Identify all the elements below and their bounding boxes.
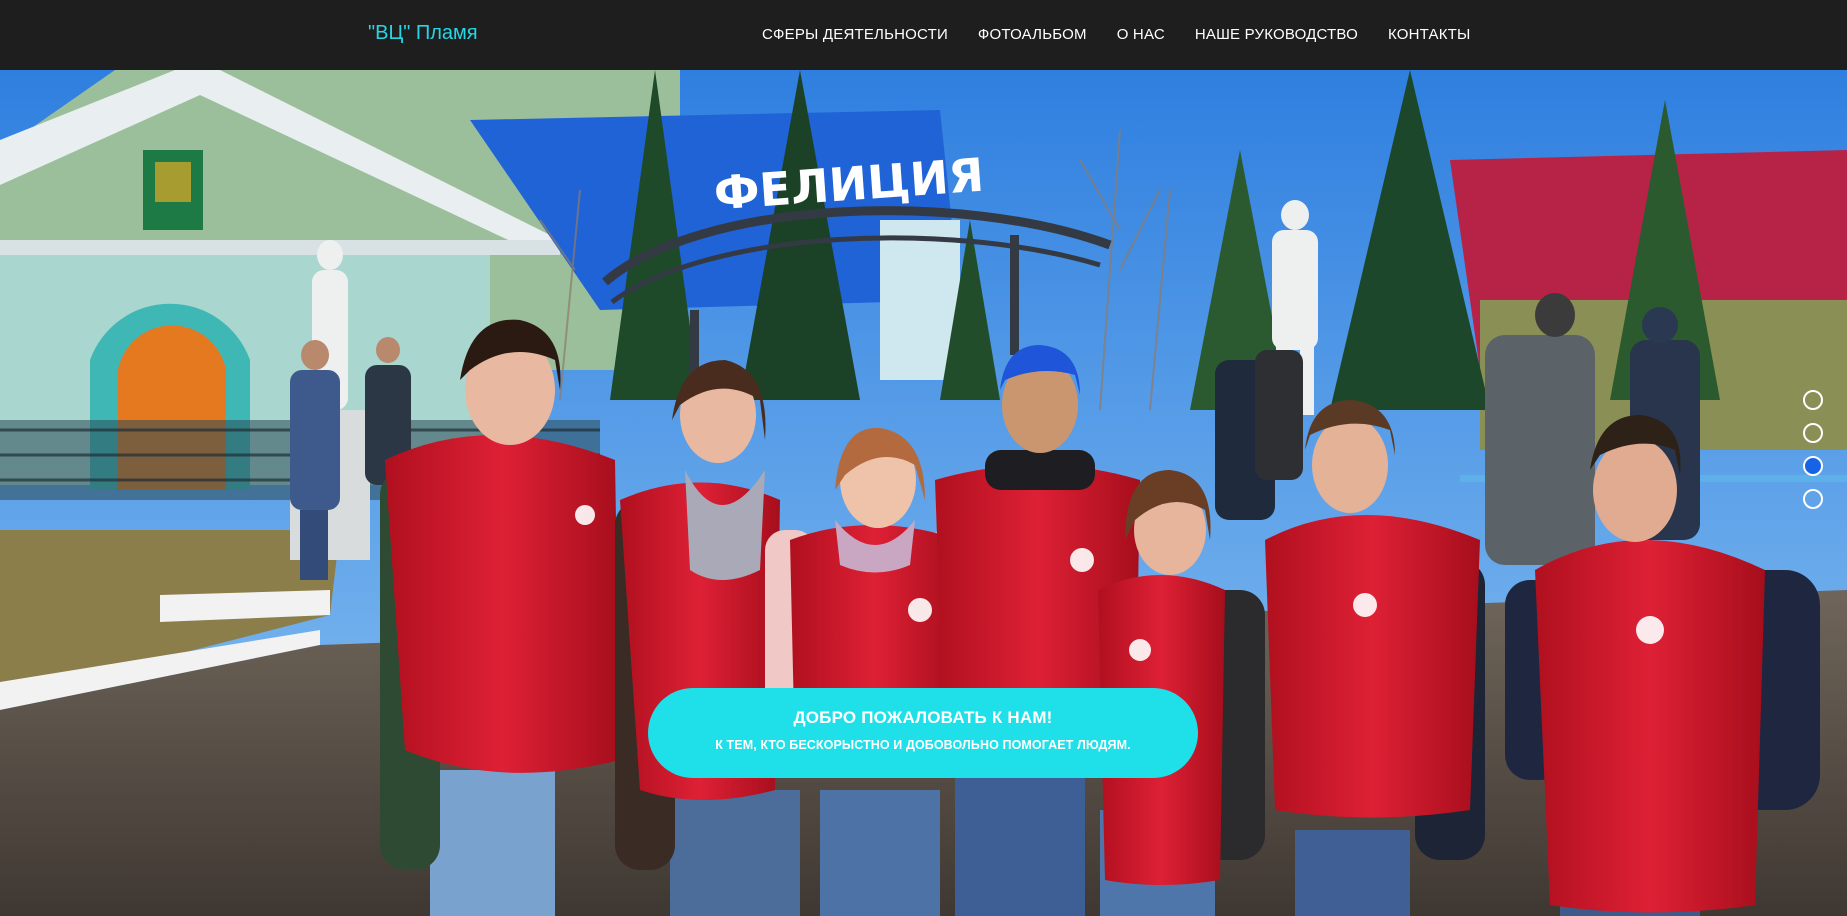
menu-item-contacts: КОНТАКТЫ: [1388, 26, 1471, 44]
menu-item-activities: СФЕРЫ ДЕЯТЕЛЬНОСТИ: [762, 26, 948, 44]
menu-item-about: О НАС: [1117, 26, 1165, 44]
page: "ВЦ" Пламя СФЕРЫ ДЕЯТЕЛЬНОСТИ ФОТОАЛЬБОМ…: [0, 0, 1847, 916]
menu-link-activities[interactable]: СФЕРЫ ДЕЯТЕЛЬНОСТИ: [762, 26, 948, 43]
slider-dot-3-active[interactable]: [1803, 456, 1823, 476]
navbar: "ВЦ" Пламя СФЕРЫ ДЕЯТЕЛЬНОСТИ ФОТОАЛЬБОМ…: [0, 0, 1847, 70]
brand-link[interactable]: "ВЦ" Пламя: [368, 22, 478, 45]
slider-dots: [1803, 390, 1823, 509]
welcome-title: ДОБРО ПОЖАЛОВАТЬ К НАМ!: [793, 708, 1053, 727]
menu-link-contacts[interactable]: КОНТАКТЫ: [1388, 26, 1471, 43]
menu-link-photoalbum[interactable]: ФОТОАЛЬБОМ: [978, 26, 1087, 43]
slider-dot-4[interactable]: [1803, 489, 1823, 509]
hero-slider: ФЕЛИЦИЯ ДОБРО ПОЖАЛОВАТЬ К НАМ! К ТЕМ, К…: [0, 70, 1847, 916]
slider-dot-2[interactable]: [1803, 423, 1823, 443]
menu-item-leadership: НАШЕ РУКОВОДСТВО: [1195, 26, 1358, 44]
slider-dot-1[interactable]: [1803, 390, 1823, 410]
menu-item-photoalbum: ФОТОАЛЬБОМ: [978, 26, 1087, 44]
welcome-subtitle: К ТЕМ, КТО БЕСКОРЫСТНО И ДОБОВОЛЬНО ПОМО…: [715, 738, 1131, 752]
welcome-banner: ДОБРО ПОЖАЛОВАТЬ К НАМ! К ТЕМ, КТО БЕСКО…: [648, 688, 1198, 778]
main-menu: СФЕРЫ ДЕЯТЕЛЬНОСТИ ФОТОАЛЬБОМ О НАС НАШЕ…: [762, 26, 1500, 44]
menu-link-leadership[interactable]: НАШЕ РУКОВОДСТВО: [1195, 26, 1358, 43]
menu-link-about[interactable]: О НАС: [1117, 26, 1165, 43]
hero-photo: ФЕЛИЦИЯ: [0, 70, 1847, 916]
